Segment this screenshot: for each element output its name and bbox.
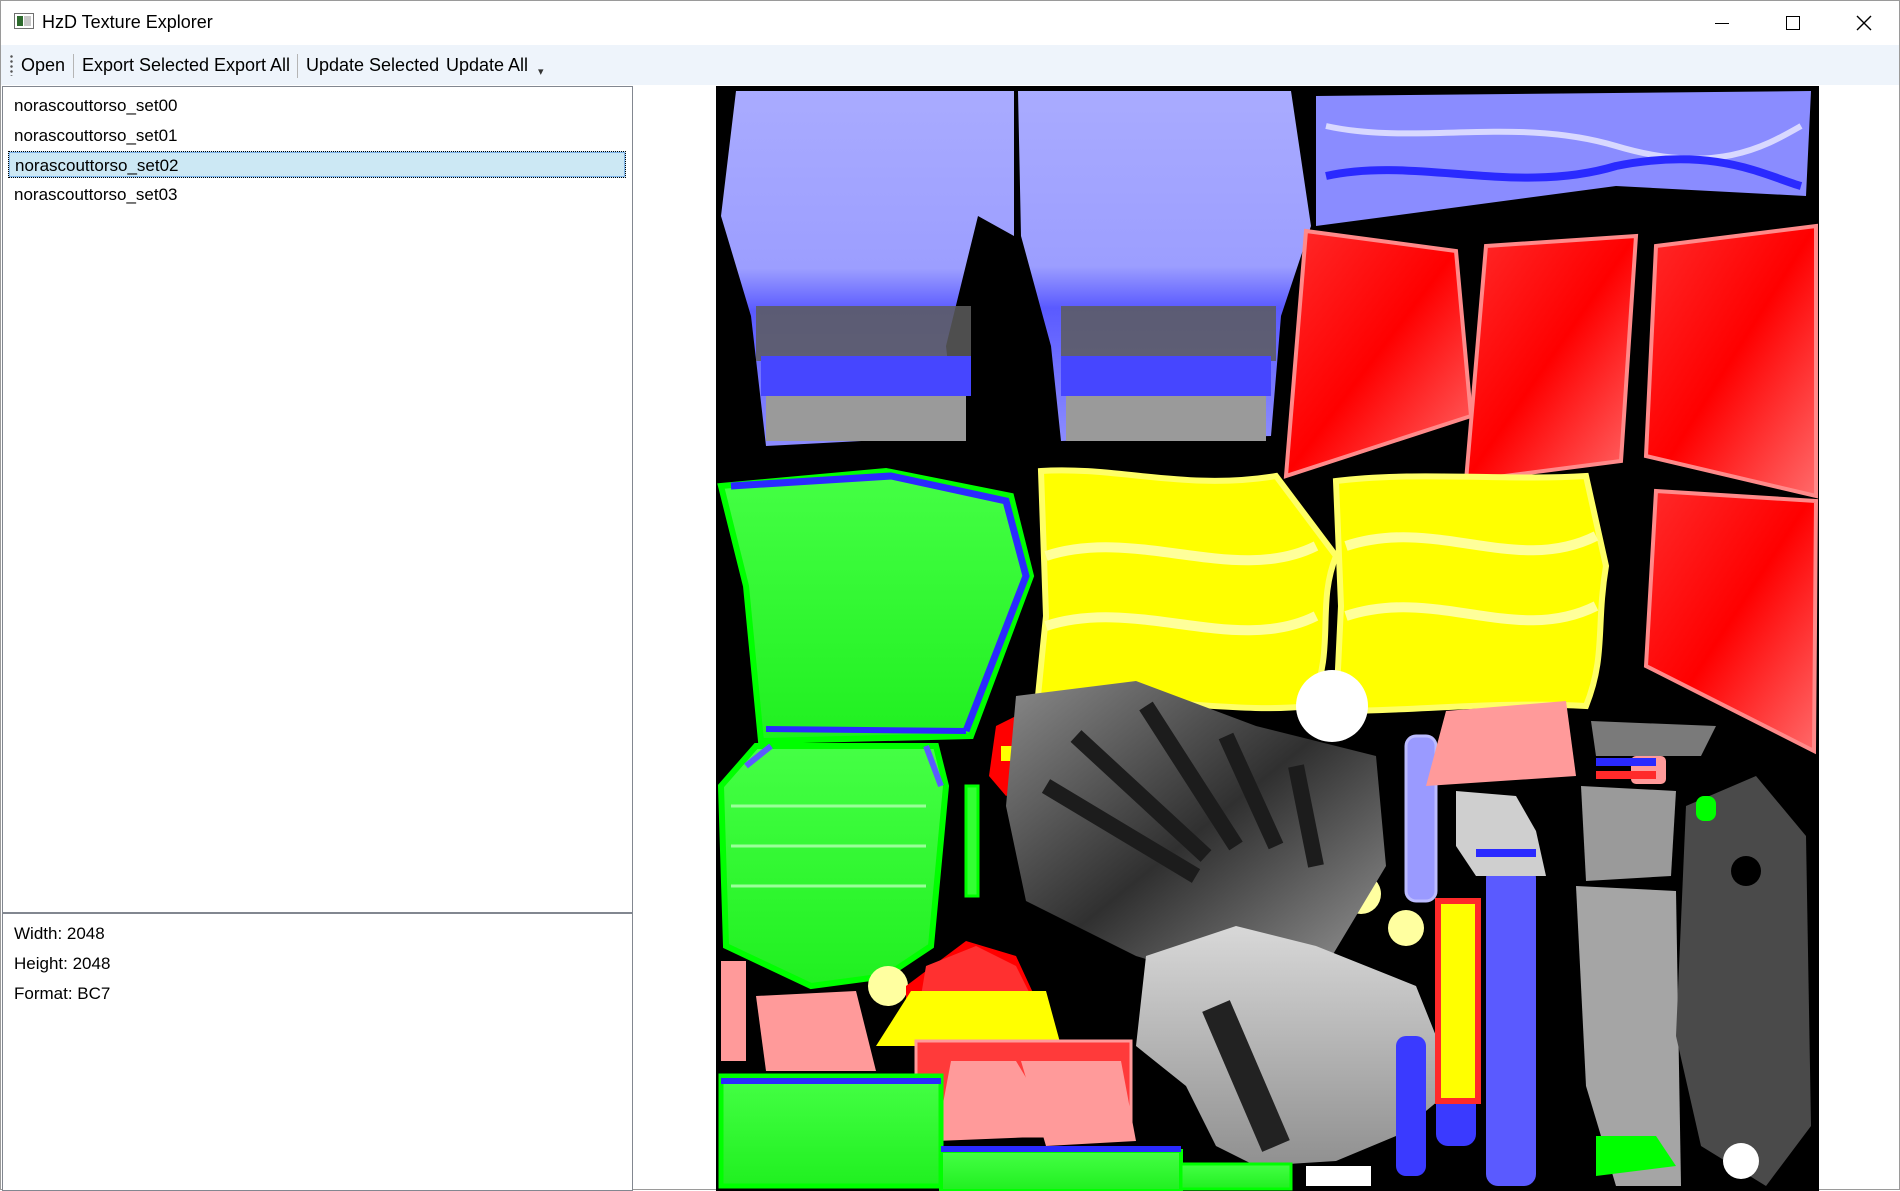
toolbar-separator	[297, 54, 298, 78]
window-title: HzD Texture Explorer	[42, 12, 213, 32]
toolbar: Open Export Selected Export All Update S…	[1, 45, 1899, 85]
minimize-icon	[1715, 22, 1729, 24]
list-item[interactable]: norascouttorso_set03	[8, 181, 626, 208]
export-selected-button[interactable]: Export Selected	[80, 53, 211, 78]
list-item[interactable]: norascouttorso_set01	[8, 122, 626, 149]
maximize-button[interactable]	[1758, 1, 1828, 45]
close-icon	[1856, 15, 1872, 31]
texture-list[interactable]: norascouttorso_set00 norascouttorso_set0…	[2, 86, 633, 913]
list-item[interactable]: norascouttorso_set00	[8, 92, 626, 119]
width-label: Width: 2048	[14, 924, 105, 943]
update-all-button[interactable]: Update All	[444, 53, 530, 78]
toolbar-overflow-icon[interactable]: ▾	[538, 67, 544, 78]
title-bar[interactable]: HzD Texture Explorer	[1, 1, 1899, 45]
export-all-button[interactable]: Export All	[212, 53, 292, 78]
height-label: Height: 2048	[14, 954, 111, 973]
format-label: Format: BC7	[14, 984, 111, 1003]
minimize-button[interactable]	[1687, 1, 1757, 45]
close-button[interactable]	[1829, 1, 1899, 45]
open-button[interactable]: Open	[19, 53, 67, 78]
toolbar-grip-icon[interactable]	[10, 54, 13, 76]
app-icon	[14, 13, 34, 29]
maximize-icon	[1786, 16, 1800, 30]
texture-preview	[716, 86, 1819, 1191]
update-selected-button[interactable]: Update Selected	[304, 53, 441, 78]
app-window: HzD Texture Explorer Open Export Selecte…	[0, 0, 1900, 1191]
list-item-selected[interactable]: norascouttorso_set02	[8, 151, 626, 178]
texture-image	[717, 86, 1819, 1191]
texture-info-panel: Width: 2048 Height: 2048 Format: BC7	[2, 913, 633, 1191]
toolbar-separator	[73, 54, 74, 78]
